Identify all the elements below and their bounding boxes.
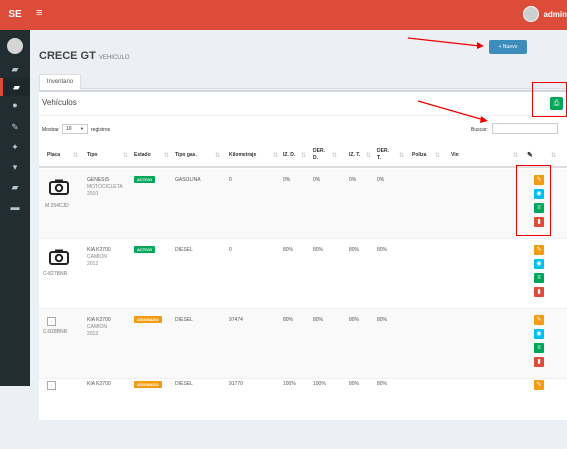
annotation-arrows (407, 37, 488, 123)
table-row: ▫ KIA K2700 ASIGNADO DIESEL 91770 100% 1… (39, 379, 567, 449)
